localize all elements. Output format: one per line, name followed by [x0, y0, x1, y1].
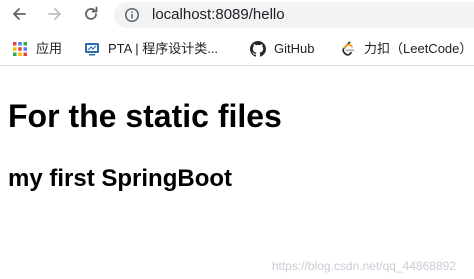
- page-heading-2: my first SpringBoot: [8, 165, 233, 192]
- back-button[interactable]: [8, 3, 30, 25]
- apps-grid-icon: [13, 42, 27, 56]
- page-heading-1: For the static files: [8, 98, 282, 134]
- bookmarks-bar: 应用 PTA | 程序设计类... GitHub 力扣（LeetCode）: [0, 32, 474, 66]
- reload-button[interactable]: [80, 3, 102, 25]
- bookmark-pta[interactable]: PTA | 程序设计类...: [84, 40, 218, 58]
- reload-icon: [85, 6, 98, 20]
- address-bar[interactable]: localhost:8089/hello: [114, 2, 474, 28]
- back-arrow-icon: [13, 8, 26, 20]
- bookmark-label: PTA | 程序设计类...: [108, 41, 219, 56]
- url-text[interactable]: localhost:8089/hello: [152, 6, 285, 24]
- bookmark-label: 应用: [36, 41, 63, 56]
- forward-arrow-icon: [48, 8, 61, 20]
- bookmark-apps[interactable]: 应用: [12, 40, 62, 58]
- browser-toolbar: localhost:8089/hello: [0, 0, 474, 32]
- bookmark-leetcode[interactable]: 力扣（LeetCode）: [340, 40, 472, 58]
- bookmark-label: GitHub: [274, 41, 315, 56]
- page-content: For the static files my first SpringBoot…: [0, 67, 474, 279]
- bookmark-label: 力扣（LeetCode）: [364, 41, 473, 56]
- forward-button[interactable]: [44, 3, 66, 25]
- csdn-watermark: https://blog.csdn.net/qq_44868892: [271, 259, 456, 273]
- bookmark-github[interactable]: GitHub: [250, 40, 314, 58]
- site-info-icon[interactable]: [124, 7, 140, 23]
- github-icon: [250, 41, 266, 57]
- pta-favicon-icon: [85, 43, 99, 56]
- leetcode-icon: [342, 41, 355, 56]
